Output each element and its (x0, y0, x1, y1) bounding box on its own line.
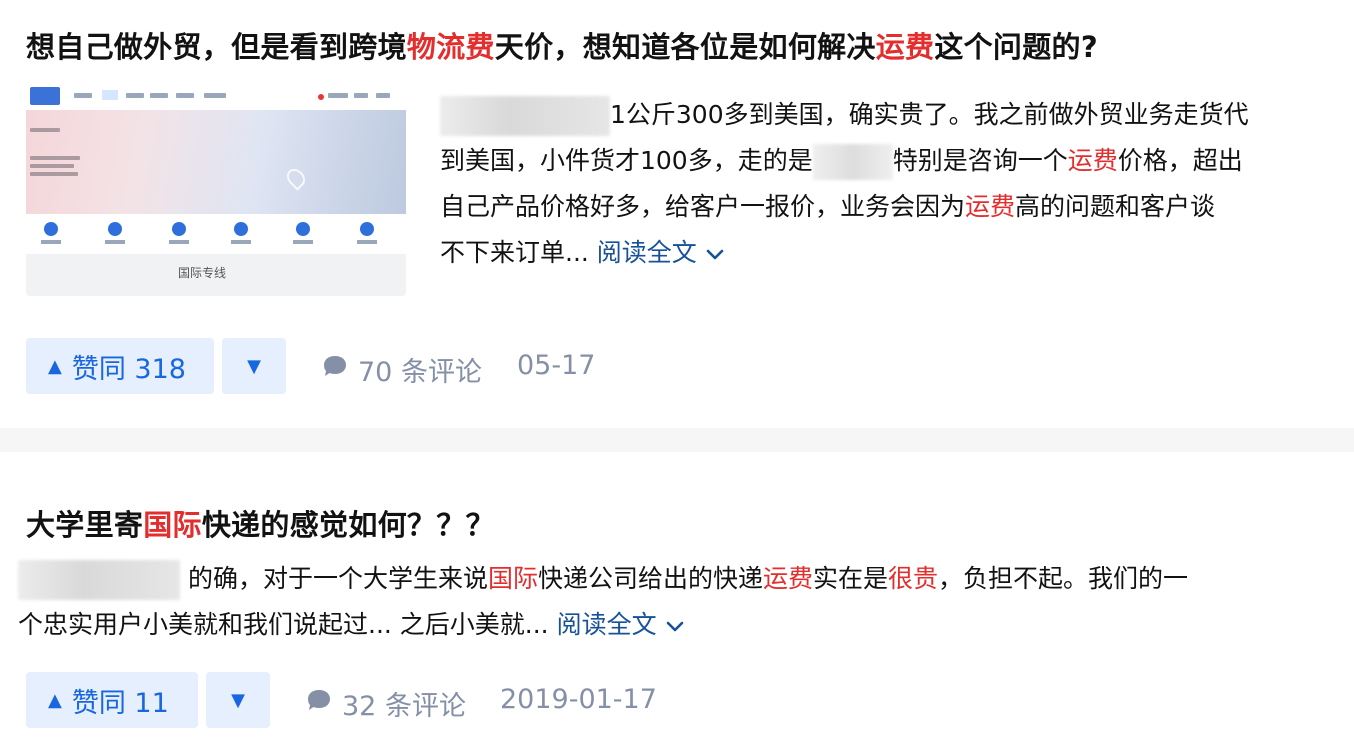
excerpt-text: 个忠实用户小美就和我们说起过... 之后小美就... (18, 610, 557, 639)
question-title[interactable]: 大学里寄国际快递的感觉如何？？？ (26, 502, 495, 544)
triangle-up-icon: ▲ (48, 355, 62, 377)
downvote-button[interactable]: ▼ (206, 672, 270, 728)
excerpt-highlight: 国际 (487, 564, 538, 593)
thumbnail-nav (26, 82, 406, 110)
excerpt-line: 不下来订单... 阅读全文 (440, 230, 1340, 276)
excerpt-line: 个忠实用户小美就和我们说起过... 之后小美就... 阅读全文 (18, 602, 1338, 648)
excerpt-text: 特别是咨询一个 (892, 146, 1068, 175)
card-divider (0, 428, 1354, 452)
upvote-button[interactable]: ▲ 赞同 318 (26, 338, 214, 394)
thumbnail-footer: 国际专线 (26, 254, 406, 296)
read-more-label: 阅读全文 (556, 610, 657, 639)
read-more-label: 阅读全文 (596, 238, 697, 267)
excerpt-highlight: 运费 (965, 192, 1016, 221)
comment-button[interactable]: 32 条评论 (306, 684, 466, 723)
thumbnail-caption: 国际专线 (178, 266, 227, 280)
title-segment: 想自己做外贸，但是看到跨境 (26, 30, 407, 64)
chevron-down-icon (665, 603, 685, 649)
excerpt-text: 到美国，小件货才100多，走的是 (440, 146, 813, 175)
excerpt-text: 快递公司给出的快递 (537, 564, 763, 593)
thumbnail-hero (26, 110, 406, 214)
excerpt-text: 实在是 (813, 564, 889, 593)
date-text: 05-17 (517, 350, 596, 381)
title-segment: 快递的感觉如何？？？ (201, 508, 495, 542)
excerpt-text: 1公斤300多到美国，确实贵了。我之前做外贸业务走货代 (610, 100, 1249, 129)
downvote-button[interactable]: ▼ (222, 338, 286, 394)
title-highlight: 运费 (875, 30, 935, 64)
excerpt-line: 自己产品价格好多，给客户一报价，业务会因为运费高的问题和客户谈 (440, 184, 1340, 230)
triangle-down-icon: ▼ (247, 355, 261, 377)
excerpt-line: 到美国，小件货才100多，走的是 特别是咨询一个运费价格，超出 (440, 138, 1340, 184)
thumbnail-logo (30, 87, 60, 105)
excerpt-text: 高的问题和客户谈 (1015, 192, 1216, 221)
excerpt-text: 的确，对于一个大学生来说 (180, 564, 488, 593)
answer-excerpt[interactable]: 的确，对于一个大学生来说国际快递公司给出的快递运费实在是很贵，负担不起。我们的一… (18, 556, 1338, 648)
chevron-down-icon (705, 231, 725, 277)
answer-thumbnail[interactable]: 国际专线 (26, 82, 406, 296)
excerpt-line: 的确，对于一个大学生来说国际快递公司给出的快递运费实在是很贵，负担不起。我们的一 (18, 556, 1338, 602)
excerpt-text: 价格，超出 (1117, 146, 1243, 175)
comment-bubble-icon (306, 688, 332, 719)
comment-bubble-icon (322, 354, 348, 385)
upvote-label: 赞同 11 (71, 687, 169, 719)
triangle-up-icon: ▲ (48, 689, 62, 711)
title-highlight: 国际 (143, 508, 202, 542)
excerpt-highlight: 运费 (762, 564, 813, 593)
title-segment: 天价，想知道各位是如何解决 (494, 30, 876, 64)
question-title[interactable]: 想自己做外贸，但是看到跨境物流费天价，想知道各位是如何解决运费这个问题的? (26, 24, 1098, 66)
answer-card-1: 想自己做外贸，但是看到跨境物流费天价，想知道各位是如何解决运费这个问题的? 国际… (0, 0, 1354, 428)
excerpt-highlight: 运费 (1067, 146, 1118, 175)
comment-button[interactable]: 70 条评论 (322, 350, 482, 389)
answer-excerpt[interactable]: 1公斤300多到美国，确实贵了。我之前做外贸业务走货代 到美国，小件货才100多… (440, 92, 1340, 276)
blurred-author-name (18, 560, 180, 600)
answer-date: 2019-01-17 (500, 684, 657, 715)
upvote-label: 赞同 318 (71, 353, 186, 385)
date-text: 2019-01-17 (500, 684, 657, 715)
excerpt-line: 1公斤300多到美国，确实贵了。我之前做外贸业务走货代 (440, 92, 1340, 138)
title-segment: 这个问题的? (934, 30, 1098, 64)
comment-count: 70 条评论 (358, 357, 482, 388)
excerpt-text: 不下来订单... (440, 238, 597, 267)
excerpt-highlight: 很贵 (888, 564, 939, 593)
excerpt-text: 自己产品价格好多，给客户一报价，业务会因为 (440, 192, 966, 221)
answer-date: 05-17 (517, 350, 595, 381)
blurred-author-name (440, 96, 610, 136)
answer-card-2: 大学里寄国际快递的感觉如何？？？ 的确，对于一个大学生来说国际快递公司给出的快递… (0, 452, 1354, 742)
title-segment: 大学里寄 (26, 508, 144, 542)
location-pin-icon (283, 165, 309, 191)
excerpt-text: ，负担不起。我们的一 (938, 564, 1189, 593)
read-more-link[interactable]: 阅读全文 (557, 610, 685, 639)
upvote-button[interactable]: ▲ 赞同 11 (26, 672, 198, 728)
comment-count: 32 条评论 (342, 691, 466, 722)
blurred-brand-name (812, 144, 893, 180)
thumbnail-icon-row (26, 214, 406, 254)
triangle-down-icon: ▼ (231, 689, 245, 711)
read-more-link[interactable]: 阅读全文 (597, 238, 725, 267)
title-highlight: 物流费 (406, 30, 495, 64)
